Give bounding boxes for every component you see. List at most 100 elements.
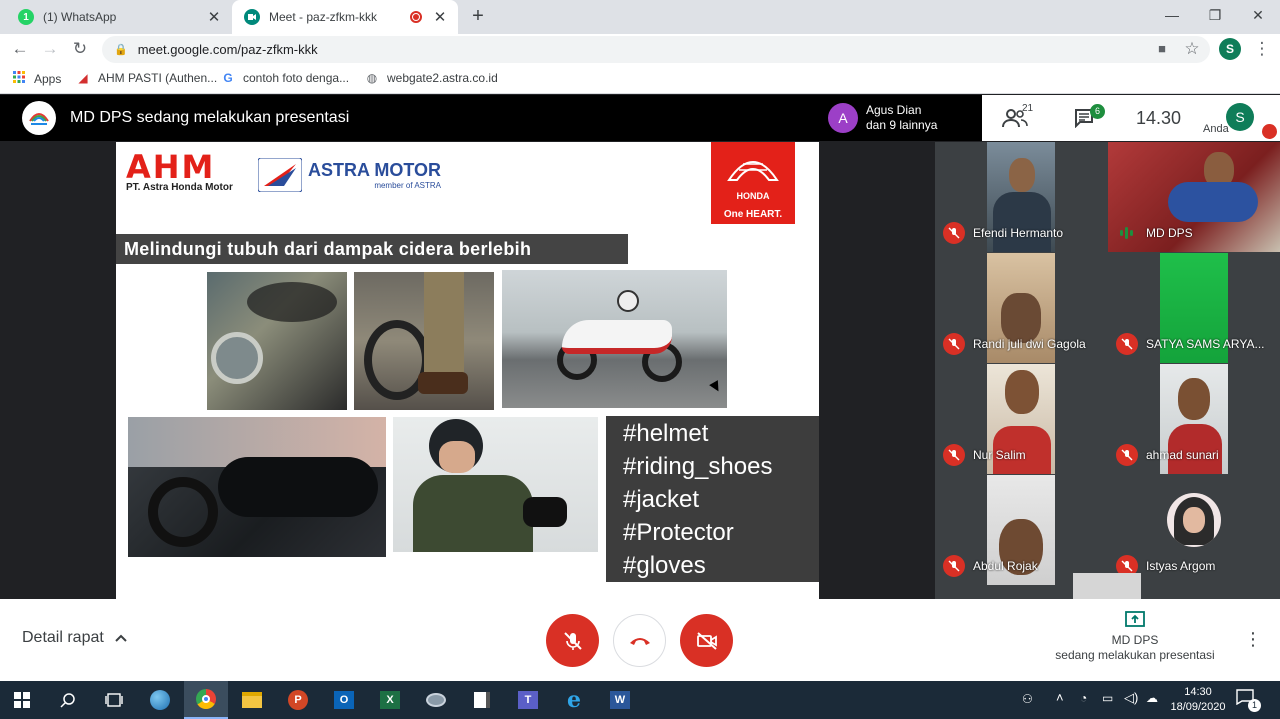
presenting-indicator[interactable]: MD DPS sedang melakukan presentasi xyxy=(1050,611,1220,663)
close-tab-icon[interactable]: ✕ xyxy=(204,8,224,26)
muted-mic-icon xyxy=(943,555,965,577)
menu-kebab-icon[interactable]: ⋮ xyxy=(1250,37,1274,61)
presentation-slide: AHM PT. Astra Honda Motor ASTRA MOTOR me… xyxy=(116,142,819,599)
hashtag-helmet: #helmet xyxy=(623,420,709,447)
people-tray-icon[interactable]: ⚇ xyxy=(1022,692,1033,706)
address-bar[interactable]: 🔒 meet.google.com/paz-zfkm-kkk xyxy=(102,36,1210,63)
tab-whatsapp[interactable]: 1 (1) WhatsApp ✕ xyxy=(0,0,232,34)
meet-bottom-bar: Detail rapat MD DPS sedang melakukan pre… xyxy=(0,599,1280,681)
hashtag-jacket: #jacket xyxy=(623,486,700,513)
self-muted-icon xyxy=(1262,124,1277,139)
maximize-button[interactable]: ❐ xyxy=(1192,0,1238,30)
knee-protector-photo xyxy=(128,417,386,557)
more-options-icon[interactable]: ⋮ xyxy=(1244,629,1262,650)
camera-toggle-button[interactable] xyxy=(680,614,733,667)
participant-tile[interactable]: ahmad sunari xyxy=(1108,364,1280,474)
partial-participant-tile[interactable] xyxy=(1073,573,1141,599)
motorcycle-headlight-photo xyxy=(207,272,347,410)
globe-app-icon[interactable] xyxy=(138,681,182,719)
meet-top-controls: 21 6 14.30 S Anda xyxy=(982,95,1280,141)
bookmark-contoh-foto[interactable]: G contoh foto denga... xyxy=(221,71,349,85)
presenter-avatar: A xyxy=(828,103,858,133)
participant-tile[interactable]: Abdul Rojak xyxy=(935,475,1107,585)
close-tab-icon[interactable]: ✕ xyxy=(430,8,450,26)
honda-logo: HONDA One HEART. xyxy=(711,142,795,224)
participant-name: Efendi Hermanto xyxy=(973,226,1064,240)
outlook-icon[interactable]: O xyxy=(322,681,366,719)
lock-icon: 🔒 xyxy=(114,44,128,56)
camera-permission-icon[interactable]: ■ xyxy=(1150,37,1174,61)
reload-button[interactable]: ↻ xyxy=(68,37,92,61)
present-screen-icon xyxy=(1125,611,1145,627)
chevron-up-icon xyxy=(115,634,127,642)
sticky-notes-icon[interactable] xyxy=(460,681,504,719)
participant-tile[interactable]: Efendi Hermanto xyxy=(935,142,1107,252)
action-center-icon[interactable]: 1 xyxy=(1236,689,1261,712)
powerpoint-icon[interactable]: P xyxy=(276,681,320,719)
globe-icon: ◍ xyxy=(366,71,378,85)
self-label: Anda xyxy=(1203,123,1229,135)
new-tab-button[interactable]: + xyxy=(466,4,490,28)
hashtag-riding-shoes: #riding_shoes xyxy=(623,453,773,480)
close-window-button[interactable]: ✕ xyxy=(1235,0,1280,30)
muted-mic-icon xyxy=(1116,333,1138,355)
tab-meet[interactable]: Meet - paz-zfkm-kkk ✕ xyxy=(232,0,458,34)
leave-call-button[interactable] xyxy=(613,614,666,667)
bookmarks-bar: Apps ◢ AHM PASTI (Authen... G contoh fot… xyxy=(0,64,1280,94)
word-icon[interactable]: W xyxy=(598,681,642,719)
participants-count: 21 xyxy=(1022,103,1034,114)
apps-grid-icon xyxy=(12,71,26,86)
profile-avatar[interactable]: S xyxy=(1219,38,1241,60)
battery-icon[interactable]: ▭ xyxy=(1102,691,1113,705)
presenting-name: MD DPS xyxy=(1111,633,1159,647)
presentation-banner: MD DPS sedang melakukan presentasi xyxy=(0,95,820,141)
participant-name: Nur Salim xyxy=(973,448,1026,462)
microphone-toggle-button[interactable] xyxy=(546,614,599,667)
bookmark-ahm-pasti[interactable]: ◢ AHM PASTI (Authen... xyxy=(76,71,217,85)
forward-button[interactable]: → xyxy=(38,37,62,61)
participant-tile[interactable]: Randi juli dwi Gagola xyxy=(935,253,1107,363)
participant-name: Randi juli dwi Gagola xyxy=(973,337,1086,351)
presenter-info[interactable]: A Agus Dian dan 9 lainnya xyxy=(820,95,982,141)
onedrive-icon[interactable]: ☁ xyxy=(1146,691,1158,705)
search-icon[interactable] xyxy=(46,681,90,719)
google-icon: G xyxy=(223,71,233,85)
chevron-up-tray-icon[interactable]: ˄ xyxy=(1056,690,1064,705)
volume-icon[interactable]: ◁) xyxy=(1124,690,1138,706)
windows-start-icon[interactable] xyxy=(0,681,44,719)
browser-toolbar: ← → ↻ 🔒 meet.google.com/paz-zfkm-kkk ■ ☆… xyxy=(0,34,1280,64)
file-explorer-icon[interactable] xyxy=(230,681,274,719)
chat-badge: 6 xyxy=(1090,104,1105,119)
participant-tile[interactable]: Nur Salim xyxy=(935,364,1107,474)
bookmark-star-icon[interactable]: ☆ xyxy=(1180,37,1204,61)
internet-explorer-icon[interactable]: e xyxy=(552,681,596,719)
teams-icon[interactable]: T xyxy=(506,681,550,719)
snipping-tool-icon[interactable] xyxy=(414,681,458,719)
system-clock[interactable]: 14:30 18/09/2020 xyxy=(1166,685,1230,715)
tab-title: (1) WhatsApp xyxy=(43,10,117,24)
muted-mic-icon xyxy=(943,222,965,244)
chat-button[interactable] xyxy=(1074,95,1094,141)
minimize-button[interactable]: — xyxy=(1149,0,1195,30)
network-icon[interactable]: ◔ xyxy=(1080,691,1087,705)
participants-grid: Efendi Hermanto MD DPS Randi juli dwi Ga… xyxy=(935,142,1280,599)
task-view-icon[interactable] xyxy=(92,681,136,719)
excel-icon[interactable]: X xyxy=(368,681,412,719)
hashtag-protector: #Protector xyxy=(623,519,734,546)
participant-tile[interactable]: SATYA SAMS ARYA... xyxy=(1108,253,1280,363)
back-button[interactable]: ← xyxy=(8,37,32,61)
participant-name: SATYA SAMS ARYA... xyxy=(1146,337,1265,351)
honda-wing-icon xyxy=(727,161,779,181)
mic-off-icon xyxy=(563,631,582,650)
participant-tile[interactable]: Istyas Argom xyxy=(1108,475,1280,585)
bookmark-webgate[interactable]: ◍ webgate2.astra.co.id xyxy=(365,71,498,85)
participant-tile[interactable]: MD DPS xyxy=(1108,142,1280,252)
speaking-indicator-icon xyxy=(1120,226,1134,240)
meeting-details-button[interactable]: Detail rapat xyxy=(22,629,128,647)
participants-button[interactable]: 21 xyxy=(1002,95,1033,141)
browser-tab-strip: 1 (1) WhatsApp ✕ Meet - paz-zfkm-kkk ✕ +… xyxy=(0,0,1280,34)
self-avatar[interactable]: S xyxy=(1226,103,1254,131)
chrome-icon[interactable] xyxy=(184,681,228,719)
windows-taskbar: P O X T e W ⚇ ˄ ◔ ▭ ◁) ☁ 14:30 18/09/202… xyxy=(0,681,1280,719)
bookmark-apps[interactable]: Apps xyxy=(12,71,61,86)
